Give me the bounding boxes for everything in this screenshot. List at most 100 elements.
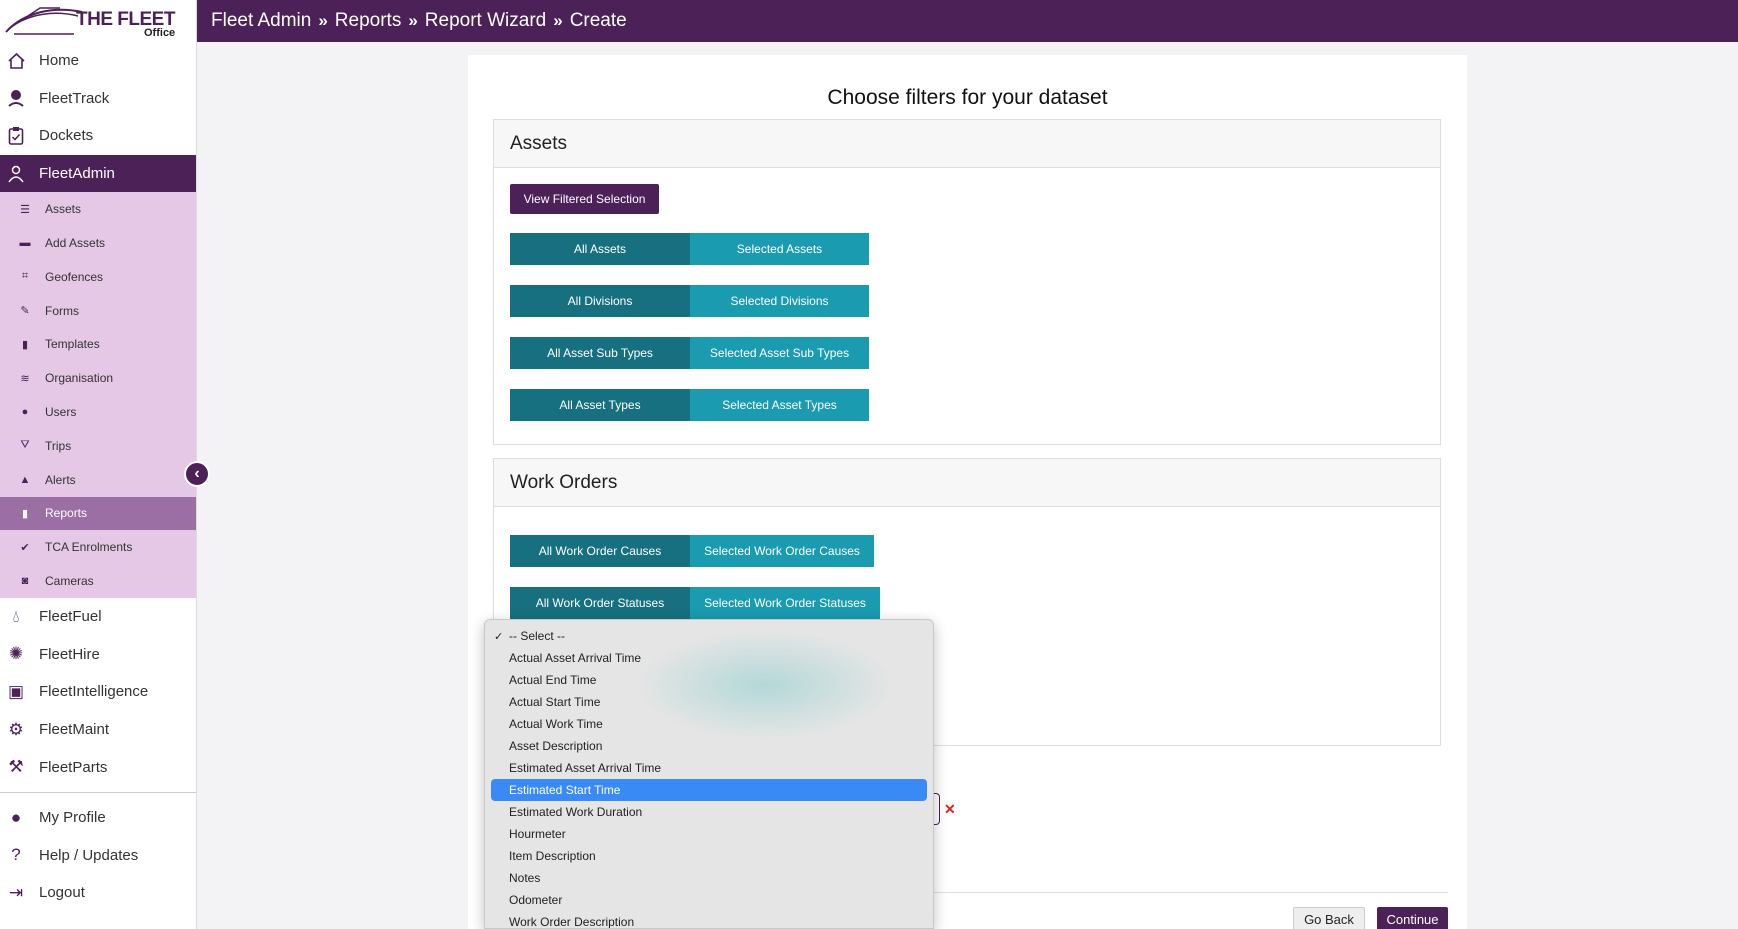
- asset-types-toggle: All Asset Types Selected Asset Types: [510, 389, 869, 421]
- breadcrumb-item[interactable]: Reports: [335, 10, 402, 32]
- sub-label: Reports: [45, 506, 88, 521]
- brand-logo[interactable]: THE FLEET Office: [0, 0, 196, 42]
- all-asset-types-button[interactable]: All Asset Types: [510, 389, 690, 421]
- dropdown-option[interactable]: Estimated Work Duration: [485, 801, 933, 823]
- go-back-button[interactable]: Go Back: [1293, 907, 1365, 929]
- panel-heading: Assets: [494, 120, 1440, 168]
- nav-item-fleetmaint[interactable]: ⚙ FleetMaint: [0, 711, 196, 749]
- nav-item-fleetadmin[interactable]: FleetAdmin: [0, 154, 196, 193]
- nav-item-fleetfuel[interactable]: 💧︎ FleetFuel: [0, 598, 196, 636]
- breadcrumb-separator-icon: »: [318, 11, 328, 30]
- selected-work-order-statuses-button[interactable]: Selected Work Order Statuses: [690, 587, 880, 619]
- dropdown-option[interactable]: Actual End Time: [485, 669, 933, 691]
- logout-icon: ⇥: [8, 882, 24, 902]
- nav-item-fleettrack[interactable]: FleetTrack: [0, 80, 196, 118]
- nav-item-fleethire[interactable]: ✺ FleetHire: [0, 636, 196, 674]
- all-work-order-statuses-button[interactable]: All Work Order Statuses: [510, 587, 690, 619]
- dropdown-option[interactable]: ✓ -- Select --: [485, 625, 933, 647]
- folder-plus-icon: ▬: [19, 237, 31, 250]
- gears-icon: ⚙: [8, 719, 24, 739]
- list-icon: ☰: [20, 203, 30, 216]
- page-title: Choose filters for your dataset: [827, 86, 1108, 109]
- selected-asset-sub-types-button[interactable]: Selected Asset Sub Types: [690, 337, 869, 369]
- option-label: Asset Description: [509, 739, 603, 753]
- nav-item-my-profile[interactable]: ● My Profile: [0, 799, 196, 837]
- nav-item-logout[interactable]: ⇥ Logout: [0, 874, 196, 912]
- dropdown-option[interactable]: Actual Asset Arrival Time: [485, 647, 933, 669]
- nav-label: Home: [39, 52, 80, 70]
- nav-label: Help / Updates: [39, 846, 139, 864]
- sub-label: Organisation: [45, 371, 114, 386]
- view-filtered-selection-button[interactable]: View Filtered Selection: [510, 184, 659, 214]
- all-divisions-button[interactable]: All Divisions: [510, 285, 690, 317]
- sidebar-item-alerts[interactable]: ▲ Alerts: [0, 463, 196, 497]
- sidebar-item-trips[interactable]: ⛛ Trips: [0, 429, 196, 463]
- panel-heading: Work Orders: [494, 459, 1440, 507]
- dropdown-option[interactable]: Hourmeter: [485, 823, 933, 845]
- breadcrumb-item[interactable]: Report Wizard: [425, 10, 546, 32]
- nav-item-fleetparts[interactable]: ⚒ FleetParts: [0, 748, 196, 786]
- sidebar-item-organisation[interactable]: ≋ Organisation: [0, 361, 196, 395]
- option-label: Actual Start Time: [509, 695, 601, 709]
- nav-label: FleetIntelligence: [39, 683, 149, 701]
- brand-subtitle: Office: [144, 27, 176, 39]
- dropdown-option[interactable]: Odometer: [485, 889, 933, 911]
- clipboard-icon: [5, 125, 27, 147]
- geofence-icon: ⌗: [21, 270, 29, 283]
- sidebar-item-tca-enrolments[interactable]: ✔ TCA Enrolments: [0, 530, 196, 564]
- dropdown-option[interactable]: Asset Description: [485, 735, 933, 757]
- sidebar-collapse-button[interactable]: ‹: [184, 461, 210, 487]
- sidebar-item-cameras[interactable]: ◙ Cameras: [0, 564, 196, 598]
- sub-label: TCA Enrolments: [45, 540, 133, 555]
- sidebar-item-geofences[interactable]: ⌗ Geofences: [0, 260, 196, 294]
- option-label: Estimated Work Duration: [509, 805, 643, 819]
- sidebar-item-add-assets[interactable]: ▬ Add Assets: [0, 226, 196, 260]
- dropdown-option[interactable]: Work Order Description: [485, 911, 933, 928]
- check-circle-icon: ✔: [20, 541, 30, 554]
- dropdown-option[interactable]: Item Description: [485, 845, 933, 867]
- dropdown-option[interactable]: Actual Start Time: [485, 691, 933, 713]
- sub-label: Geofences: [45, 269, 104, 284]
- asset-sub-types-toggle: All Asset Sub Types Selected Asset Sub T…: [510, 337, 869, 369]
- nav-item-help-updates[interactable]: ? Help / Updates: [0, 837, 196, 875]
- dropdown-option[interactable]: Actual Work Time: [485, 713, 933, 735]
- sub-label: Templates: [45, 337, 100, 352]
- selected-work-order-causes-button[interactable]: Selected Work Order Causes: [690, 535, 874, 567]
- sub-label: Trips: [45, 438, 72, 453]
- sidebar-item-reports[interactable]: ▮ Reports: [0, 496, 196, 531]
- nav-item-dockets[interactable]: Dockets: [0, 117, 196, 155]
- sidebar-item-templates[interactable]: ▮ Templates: [0, 328, 196, 362]
- all-assets-button[interactable]: All Assets: [510, 233, 690, 265]
- dropdown-option[interactable]: Estimated Asset Arrival Time: [485, 757, 933, 779]
- breadcrumb-item-current: Create: [569, 10, 627, 31]
- user-icon: ●: [10, 807, 22, 827]
- admin-users-icon: [5, 163, 27, 185]
- selected-assets-button[interactable]: Selected Assets: [690, 233, 869, 265]
- option-label: Actual Work Time: [509, 717, 603, 731]
- sidebar-item-forms[interactable]: ✎ Forms: [0, 294, 196, 328]
- sidebar-item-users[interactable]: ● Users: [0, 395, 196, 429]
- work-order-statuses-toggle: All Work Order Statuses Selected Work Or…: [510, 587, 880, 619]
- option-label: Notes: [509, 871, 541, 885]
- nav-item-fleetintelligence[interactable]: ▣ FleetIntelligence: [0, 673, 196, 711]
- fleetadmin-submenu: ☰ Assets ▬ Add Assets ⌗ Geofences ✎ Forms ▮ T…: [0, 192, 196, 598]
- dropdown-option[interactable]: Notes: [485, 867, 933, 889]
- selected-asset-types-button[interactable]: Selected Asset Types: [690, 389, 869, 421]
- remove-field-icon[interactable]: ✕: [944, 801, 956, 818]
- all-asset-sub-types-button[interactable]: All Asset Sub Types: [510, 337, 690, 369]
- nav-label: FleetHire: [39, 645, 100, 663]
- all-work-order-causes-button[interactable]: All Work Order Causes: [510, 535, 690, 567]
- divisions-toggle: All Divisions Selected Divisions: [510, 285, 869, 317]
- nav-item-home[interactable]: Home: [0, 42, 196, 80]
- dropdown-option-highlighted[interactable]: Estimated Start Time: [491, 779, 927, 801]
- breadcrumb-item[interactable]: Fleet Admin: [211, 10, 311, 32]
- selected-divisions-button[interactable]: Selected Divisions: [690, 285, 869, 317]
- nav-label: FleetMaint: [39, 721, 110, 739]
- continue-button[interactable]: Continue: [1377, 907, 1448, 929]
- sidebar-item-assets[interactable]: ☰ Assets: [0, 192, 196, 226]
- layers-icon: ≋: [20, 372, 30, 385]
- sub-label: Forms: [45, 303, 79, 318]
- sidebar: THE FLEET Office Home FleetTrack Dockets: [0, 0, 197, 929]
- sub-label: Cameras: [45, 574, 94, 589]
- breadcrumb: Fleet Admin » Reports » Report Wizard » …: [197, 0, 1738, 42]
